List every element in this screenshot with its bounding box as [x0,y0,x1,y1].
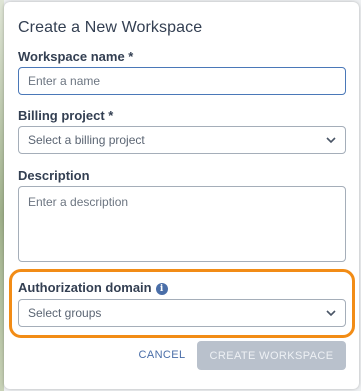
chevron-down-icon [326,137,336,144]
dialog-title: Create a New Workspace [18,19,203,36]
billing-project-select[interactable]: Select a billing project [18,126,346,154]
authorization-domain-highlight [9,269,355,338]
billing-project-label: Billing project * [18,108,114,123]
description-label: Description [18,168,90,183]
cancel-button[interactable]: CANCEL [131,341,193,369]
workspace-name-label: Workspace name * [18,49,134,64]
description-textarea[interactable] [18,186,346,262]
create-workspace-dialog: Create a New Workspace Workspace name * … [4,2,359,389]
billing-project-placeholder: Select a billing project [28,133,145,147]
background: Create a New Workspace Workspace name * … [0,0,361,391]
workspace-name-input[interactable] [18,67,346,95]
create-workspace-button[interactable]: CREATE WORKSPACE [197,341,346,370]
